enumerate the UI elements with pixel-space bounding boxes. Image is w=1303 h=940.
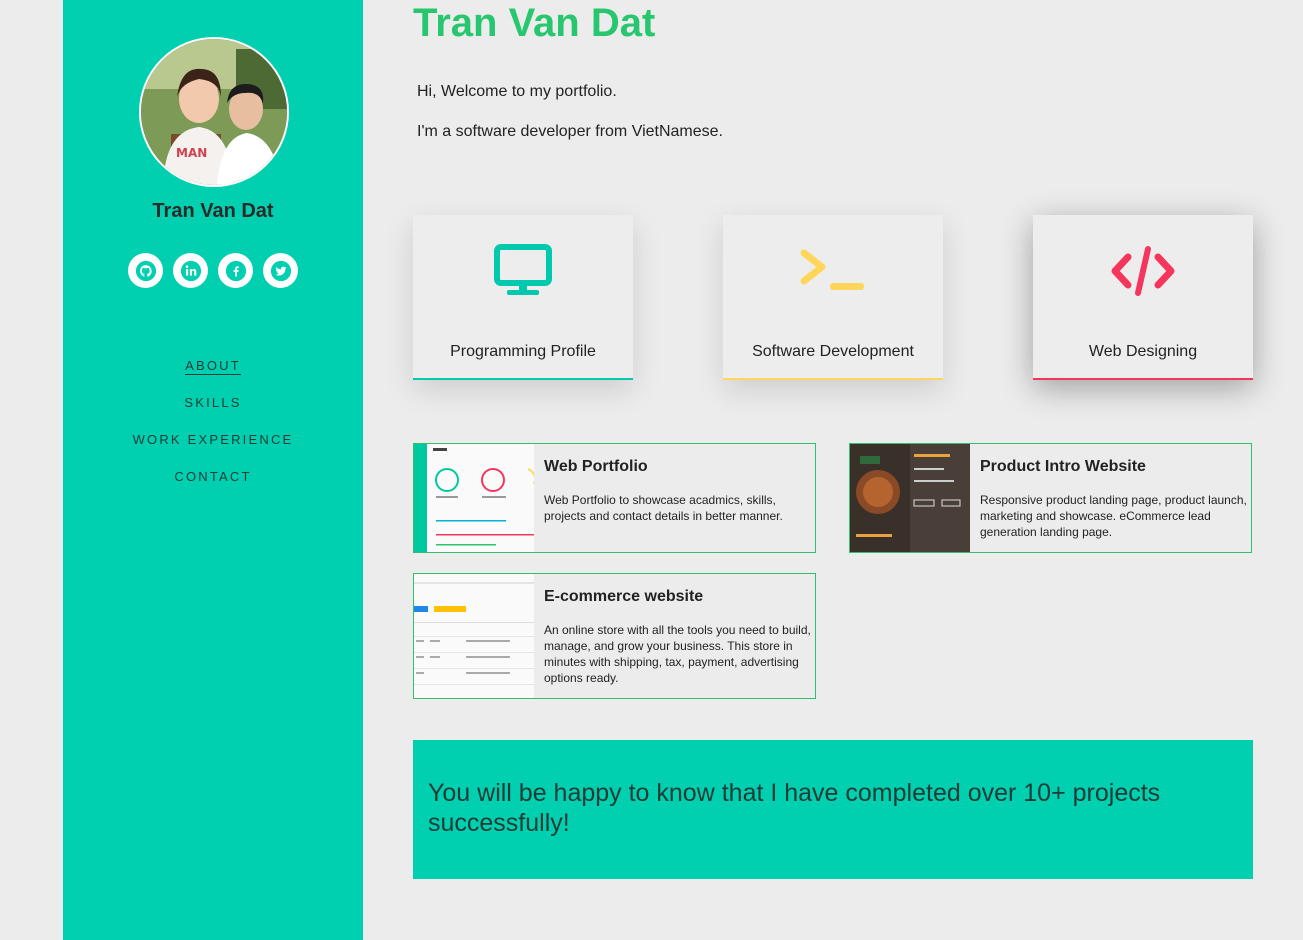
service-accent-bar <box>723 378 943 380</box>
terminal-icon <box>800 249 864 290</box>
nav-work-experience-label: WORK EXPERIENCE <box>132 432 294 447</box>
facebook-icon <box>225 260 246 281</box>
project-title: Web Portfolio <box>544 458 648 475</box>
sidebar-name: Tran Van Dat <box>152 200 274 222</box>
nav-skills-label: SKILLS <box>184 395 242 410</box>
social-links <box>128 253 298 288</box>
nav-contact-label: CONTACT <box>174 469 252 484</box>
project-thumbnail <box>414 444 534 552</box>
twitter-icon <box>270 260 291 281</box>
banner-text: You will be happy to know that I have co… <box>428 779 1161 837</box>
nav-skills[interactable]: SKILLS <box>63 394 363 431</box>
linkedin-icon <box>180 260 201 281</box>
nav-work-experience[interactable]: WORK EXPERIENCE <box>63 431 363 468</box>
project-description: Web Portfolio to showcase acadmics, skil… <box>544 493 783 523</box>
nav-contact[interactable]: CONTACT <box>63 468 363 505</box>
intro-line-2: I'm a software developer from VietNamese… <box>417 123 723 140</box>
github-link[interactable] <box>128 253 163 288</box>
sidebar: MAN Tran Van Dat ABOUT SKILLS WORK EXPER… <box>63 0 363 940</box>
service-accent-bar <box>1033 378 1253 380</box>
service-card-web-design[interactable]: Web Designing <box>1033 215 1253 380</box>
service-card-programming[interactable]: Programming Profile <box>413 215 633 380</box>
project-card-web-portfolio[interactable]: Web Portfolio Web Portfolio to showcase … <box>413 443 816 553</box>
intro-line-1: Hi, Welcome to my portfolio. <box>417 83 617 100</box>
service-card-software[interactable]: Software Development <box>723 215 943 380</box>
project-description: Responsive product landing page, product… <box>980 493 1247 539</box>
svg-text:MAN: MAN <box>176 146 207 160</box>
side-nav: ABOUT SKILLS WORK EXPERIENCE CONTACT <box>63 357 363 505</box>
twitter-link[interactable] <box>263 253 298 288</box>
service-label-web-design: Web Designing <box>1088 343 1198 360</box>
nav-about[interactable]: ABOUT <box>63 357 363 394</box>
nav-about-label: ABOUT <box>185 358 241 375</box>
project-card-ecommerce[interactable]: E-commerce website An online store with … <box>413 573 816 699</box>
projects-banner: You will be happy to know that I have co… <box>413 740 1253 879</box>
page-title: Tran Van Dat <box>413 1 656 45</box>
linkedin-link[interactable] <box>173 253 208 288</box>
github-icon <box>135 260 156 281</box>
service-label-software: Software Development <box>752 343 914 360</box>
project-card-product-intro[interactable]: Product Intro Website Responsive product… <box>849 443 1252 553</box>
project-title: Product Intro Website <box>980 458 1146 475</box>
project-description: An online store with all the tools you n… <box>544 623 811 685</box>
monitor-icon <box>494 244 552 295</box>
avatar: MAN <box>139 37 289 187</box>
service-accent-bar <box>413 378 633 380</box>
project-thumbnail <box>850 444 970 552</box>
code-icon <box>1111 246 1175 296</box>
facebook-link[interactable] <box>218 253 253 288</box>
project-thumbnail <box>414 574 534 698</box>
project-title: E-commerce website <box>544 588 704 605</box>
service-label-programming: Programming Profile <box>450 343 596 360</box>
